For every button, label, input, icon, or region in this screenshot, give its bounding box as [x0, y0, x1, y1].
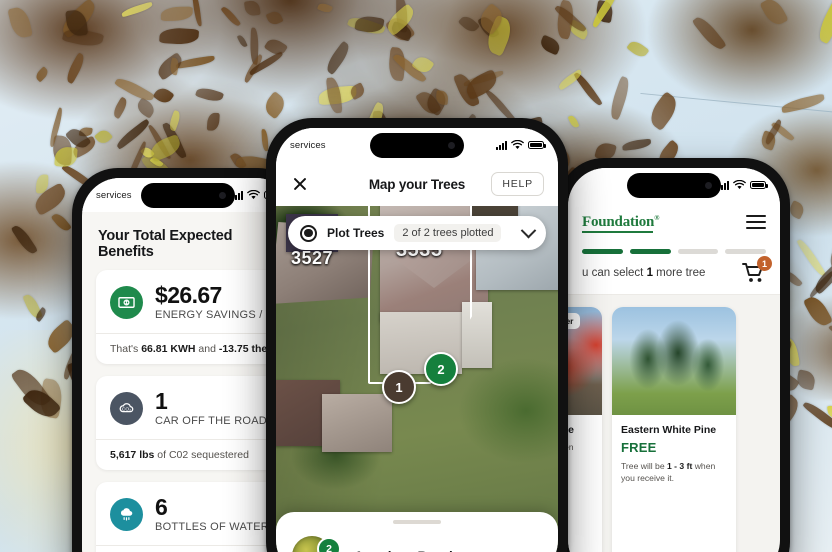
radio-selected-icon: [300, 224, 317, 242]
benefit-main: 6 BOTTLES OF WATER SAVED: [96, 482, 280, 545]
tree-number-badge: 2: [317, 537, 341, 552]
money-icon: [110, 285, 143, 319]
tree-card-eastern-white-pine[interactable]: Eastern White Pine FREE Tree will be 1 -…: [612, 307, 736, 552]
dynamic-island: [141, 183, 235, 208]
benefit-card-co2[interactable]: CO₂ 1 CAR OFF THE ROAD FOR 5,617 lbs of …: [96, 376, 280, 471]
plotted-count-badge: 2 of 2 trees plotted: [394, 224, 502, 242]
shopping-cart-icon[interactable]: 1: [742, 256, 772, 284]
status-bar: services: [276, 128, 558, 162]
tree-name: Eastern White Pine: [621, 424, 717, 436]
benefit-text: 1 CAR OFF THE ROAD FOR: [155, 388, 280, 428]
wifi-icon: [733, 180, 746, 189]
battery-icon: [528, 140, 546, 150]
benefit-label: ENERGY SAVINGS / YEAR: [155, 309, 280, 322]
tree-name: aple: [568, 424, 575, 436]
carrier-label: services: [96, 189, 132, 201]
battery-icon: [750, 180, 768, 190]
roof-bottom-left-2: [322, 394, 392, 452]
status-icons: [718, 180, 768, 190]
benefit-label: BOTTLES OF WATER SAVED: [155, 521, 280, 534]
plot-trees-dropdown[interactable]: Plot Trees 2 of 2 trees plotted: [288, 216, 546, 250]
registered-mark: ®: [654, 213, 660, 222]
tree-card-red-maple[interactable]: aver aple when: [568, 307, 602, 552]
tree-detail-sheet[interactable]: 2 American Beech: [276, 512, 558, 552]
benefit-card-energy[interactable]: $26.67 ENERGY SAVINGS / YEAR That's 66.8…: [96, 270, 280, 365]
plot-trees-label: Plot Trees: [327, 226, 385, 240]
front-camera-icon: [448, 142, 455, 149]
phone-right-screen: Foundation® u can select 1 more tree 1 a…: [568, 168, 780, 552]
tree-card-list: aver aple when Eastern White Pine FREE T…: [568, 295, 780, 552]
tree-pin-2[interactable]: 2: [424, 352, 458, 386]
page-title: Your Total Expected Benefits: [98, 228, 233, 260]
eastern-white-pine-photo: [612, 307, 736, 415]
satellite-map[interactable]: 3527 3535 3545 1 2 Plot Trees 2 of 2 tre…: [276, 206, 558, 552]
tree-pin-1[interactable]: 1: [382, 370, 416, 404]
carrier-label: services: [290, 139, 326, 151]
tree-thumbnail: 2: [292, 536, 341, 552]
phone-right: Foundation® u can select 1 more tree 1 a…: [558, 158, 790, 552]
rain-cloud-icon: [110, 497, 143, 531]
selection-text-pre: u can select: [582, 267, 647, 279]
cart-badge: 1: [757, 256, 772, 271]
benefit-value: 1: [155, 388, 168, 415]
sheet-drag-handle[interactable]: [393, 520, 441, 524]
tree-card-info: aple when: [568, 415, 602, 463]
footnote-mid: and: [195, 343, 219, 356]
saver-badge: aver: [568, 313, 580, 329]
phone-center: services Map your Trees HELP 3527 3535 1…: [266, 118, 568, 552]
sheet-tree-row[interactable]: 2 American Beech: [292, 536, 542, 552]
benefit-card-water[interactable]: 6 BOTTLES OF WATER SAVED 0.79 Gallons of…: [96, 482, 280, 552]
red-maple-photo: aver: [568, 307, 602, 415]
dynamic-island: [370, 133, 464, 158]
benefit-value: 6: [155, 494, 168, 521]
logo-text: Foundation: [582, 213, 655, 230]
benefit-footnote: 5,617 lbs of C02 sequestered: [96, 439, 280, 470]
co2-cloud-icon: CO₂: [110, 391, 143, 425]
map-header: Map your Trees HELP: [276, 162, 558, 206]
wifi-icon: [247, 190, 260, 199]
benefit-footnote: That's 66.81 KWH and -13.75 therms: [96, 333, 280, 364]
tree-card-info: Eastern White Pine FREE Tree will be 1 -…: [612, 415, 736, 495]
wifi-icon: [511, 140, 524, 149]
help-button[interactable]: HELP: [491, 172, 544, 196]
tree-description: when: [568, 442, 574, 452]
phone-center-screen: services Map your Trees HELP 3527 3535 1…: [276, 128, 558, 552]
svg-text:CO₂: CO₂: [122, 406, 131, 412]
signal-bars-icon: [496, 140, 507, 150]
page-title: Map your Trees: [368, 176, 466, 192]
selection-text-post: more tree: [652, 267, 706, 279]
footnote-value-1: 66.81 KWH: [141, 343, 196, 356]
front-camera-icon: [219, 192, 226, 199]
desc-pre: Tree will be: [621, 461, 668, 471]
tree-name: American Beech: [354, 549, 457, 552]
chevron-down-icon[interactable]: [520, 222, 537, 238]
benefit-text: 6 BOTTLES OF WATER SAVED: [155, 494, 280, 534]
close-icon[interactable]: [290, 174, 310, 194]
benefit-main: CO₂ 1 CAR OFF THE ROAD FOR: [96, 376, 280, 439]
footnote-mid: of C02 sequestered: [154, 449, 249, 462]
benefit-main: $26.67 ENERGY SAVINGS / YEAR: [96, 270, 280, 333]
selection-status-row: u can select 1 more tree 1: [568, 254, 780, 295]
benefit-footnote: 0.79 Gallons of runoff saved: [96, 545, 280, 552]
status-icons: [496, 140, 546, 150]
benefit-text: $26.67 ENERGY SAVINGS / YEAR: [155, 282, 280, 322]
footnote-value-1: 5,617 lbs: [110, 449, 155, 462]
arbor-day-foundation-logo[interactable]: Foundation®: [582, 213, 660, 233]
house-number-3527: 3527: [291, 248, 334, 268]
status-bar: services: [82, 178, 294, 212]
tree-price: FREE: [621, 440, 657, 455]
benefit-label: CAR OFF THE ROAD FOR: [155, 415, 280, 428]
progress-stepper: [568, 242, 780, 254]
phone-left-screen: services Your Total Expected Benefits $2…: [82, 178, 294, 552]
app-header: Foundation®: [568, 202, 780, 242]
footnote-pre: That's: [110, 343, 142, 356]
hamburger-menu-icon[interactable]: [746, 214, 766, 230]
desc-size: 1 - 3 ft: [667, 461, 693, 471]
tree-description: Tree will be 1 - 3 ft when you receive i…: [621, 460, 727, 485]
benefit-value: $26.67: [155, 282, 222, 308]
front-camera-icon: [705, 182, 712, 189]
selection-text: u can select 1 more tree: [582, 267, 705, 279]
status-bar: [568, 168, 780, 202]
dynamic-island: [627, 173, 721, 198]
